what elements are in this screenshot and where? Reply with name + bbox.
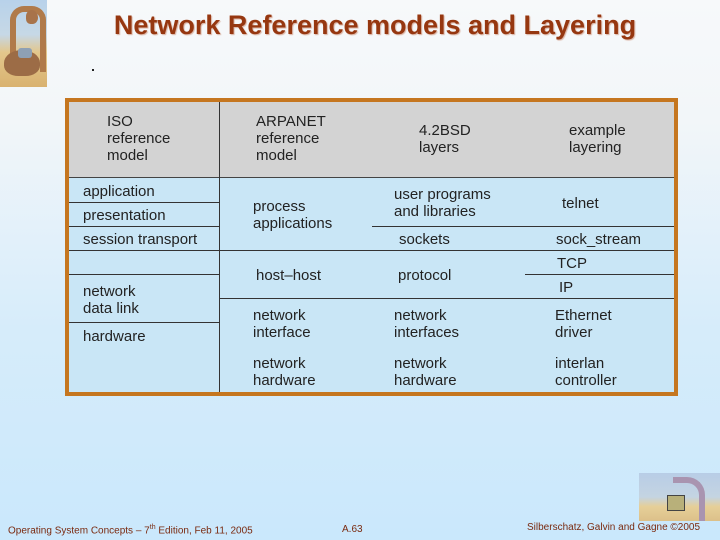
arpanet-network-interface: network interface <box>253 307 311 341</box>
column-divider <box>219 102 220 392</box>
footer-book-info: Operating System Concepts – 7th Edition,… <box>8 524 253 536</box>
footer-edition-date: Edition, Feb 11, 2005 <box>155 525 253 537</box>
bsd-user-programs: user programs and libraries <box>394 186 491 220</box>
iso-application: application <box>83 183 155 200</box>
copyright: Silberschatz, Galvin and Gagne ©2005 <box>527 522 701 533</box>
arpanet-host-host: host–host <box>256 267 322 284</box>
row-divider <box>219 298 674 299</box>
dinosaur-laptop-icon <box>639 473 720 521</box>
arpanet-process-applications: process applications <box>253 198 333 232</box>
row-divider <box>372 226 674 227</box>
iso-network-data-link: network data link <box>83 283 139 317</box>
stray-dot <box>92 69 94 71</box>
page-number: A.63 <box>342 524 363 535</box>
slide-title: Network Reference models and Layering <box>113 10 637 40</box>
arpanet-network-hardware: network hardware <box>253 355 316 389</box>
example-ethernet-driver: Ethernet driver <box>555 307 612 341</box>
example-tcp: TCP <box>557 255 587 272</box>
bsd-sockets: sockets <box>399 231 450 248</box>
iso-session-transport: session transport <box>83 231 198 248</box>
reference-models-table: ISO reference model ARPANET reference mo… <box>65 98 678 396</box>
row-divider <box>525 274 674 275</box>
row-divider <box>69 322 219 323</box>
bsd-protocol: protocol <box>398 267 452 284</box>
iso-presentation: presentation <box>83 207 166 224</box>
example-sock-stream: sock_stream <box>556 231 642 248</box>
header-bsd: 4.2BSD layers <box>419 122 471 156</box>
footer-book-title: Operating System Concepts – 7 <box>8 525 150 537</box>
bsd-network-hardware: network hardware <box>394 355 457 389</box>
header-arpanet: ARPANET reference model <box>256 113 326 164</box>
header-example: example layering <box>569 122 626 156</box>
example-ip: IP <box>559 279 574 296</box>
bsd-network-interfaces: network interfaces <box>394 307 460 341</box>
example-interlan-controller: interlan controller <box>555 355 617 389</box>
row-divider <box>69 226 219 227</box>
iso-hardware: hardware <box>83 328 146 345</box>
header-iso: ISO reference model <box>107 113 171 164</box>
row-divider <box>69 250 674 251</box>
row-divider <box>69 202 219 203</box>
row-divider <box>69 274 219 275</box>
example-telnet: telnet <box>562 195 599 212</box>
